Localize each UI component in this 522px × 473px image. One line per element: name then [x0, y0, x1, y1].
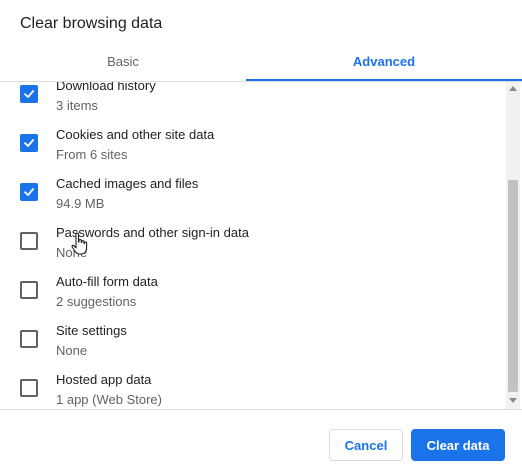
passwords-label: Passwords and other sign-in data: [56, 225, 249, 240]
clear-data-button[interactable]: Clear data: [411, 429, 505, 461]
cookies-checkbox[interactable]: [20, 134, 38, 152]
tab-bar: Basic Advanced: [0, 48, 522, 82]
download-history-checkbox[interactable]: [20, 85, 38, 103]
list-scrollbar[interactable]: [506, 82, 520, 409]
tab-advanced[interactable]: Advanced: [246, 48, 522, 80]
list-item-cached-images[interactable]: Cached images and files 94.9 MB: [0, 167, 505, 216]
list-item-passwords[interactable]: Passwords and other sign-in data None: [0, 216, 505, 265]
site-settings-checkbox[interactable]: [20, 330, 38, 348]
list-item-download-history[interactable]: Download history 3 items: [0, 82, 505, 118]
cancel-button[interactable]: Cancel: [329, 429, 403, 461]
autofill-checkbox[interactable]: [20, 281, 38, 299]
clear-browsing-data-dialog: Clear browsing data Basic Advanced Downl…: [0, 0, 522, 473]
list-item-hosted-app-data[interactable]: Hosted app data 1 app (Web Store): [0, 363, 505, 409]
list-item-autofill[interactable]: Auto-fill form data 2 suggestions: [0, 265, 505, 314]
hosted-app-data-checkbox[interactable]: [20, 379, 38, 397]
cached-images-checkbox[interactable]: [20, 183, 38, 201]
scrollbar-thumb[interactable]: [508, 180, 518, 392]
checkmark-icon: [24, 139, 35, 147]
autofill-label: Auto-fill form data: [56, 274, 158, 289]
checkmark-icon: [24, 188, 35, 196]
cookies-label: Cookies and other site data: [56, 127, 215, 142]
footer-divider: [0, 409, 522, 410]
download-history-label: Download history: [56, 82, 156, 93]
hosted-app-data-label: Hosted app data: [56, 372, 152, 387]
cached-images-sub: 94.9 MB: [56, 196, 105, 211]
dialog-title: Clear browsing data: [20, 15, 163, 32]
tab-basic[interactable]: Basic: [0, 48, 246, 80]
cached-images-label: Cached images and files: [56, 176, 199, 191]
cookies-sub: From 6 sites: [56, 147, 128, 162]
data-type-list: Download history 3 items Cookies and oth…: [0, 82, 522, 409]
site-settings-label: Site settings: [56, 323, 127, 338]
checkmark-icon: [24, 90, 35, 98]
site-settings-sub: None: [56, 343, 88, 358]
scroll-down-arrow-icon[interactable]: [509, 398, 517, 403]
list-item-cookies[interactable]: Cookies and other site data From 6 sites: [0, 118, 505, 167]
hosted-app-data-sub: 1 app (Web Store): [56, 392, 162, 407]
scroll-up-arrow-icon[interactable]: [509, 86, 517, 91]
autofill-sub: 2 suggestions: [56, 294, 137, 309]
download-history-sub: 3 items: [56, 98, 98, 113]
list-item-site-settings[interactable]: Site settings None: [0, 314, 505, 363]
passwords-checkbox[interactable]: [20, 232, 38, 250]
passwords-sub: None: [56, 245, 88, 260]
